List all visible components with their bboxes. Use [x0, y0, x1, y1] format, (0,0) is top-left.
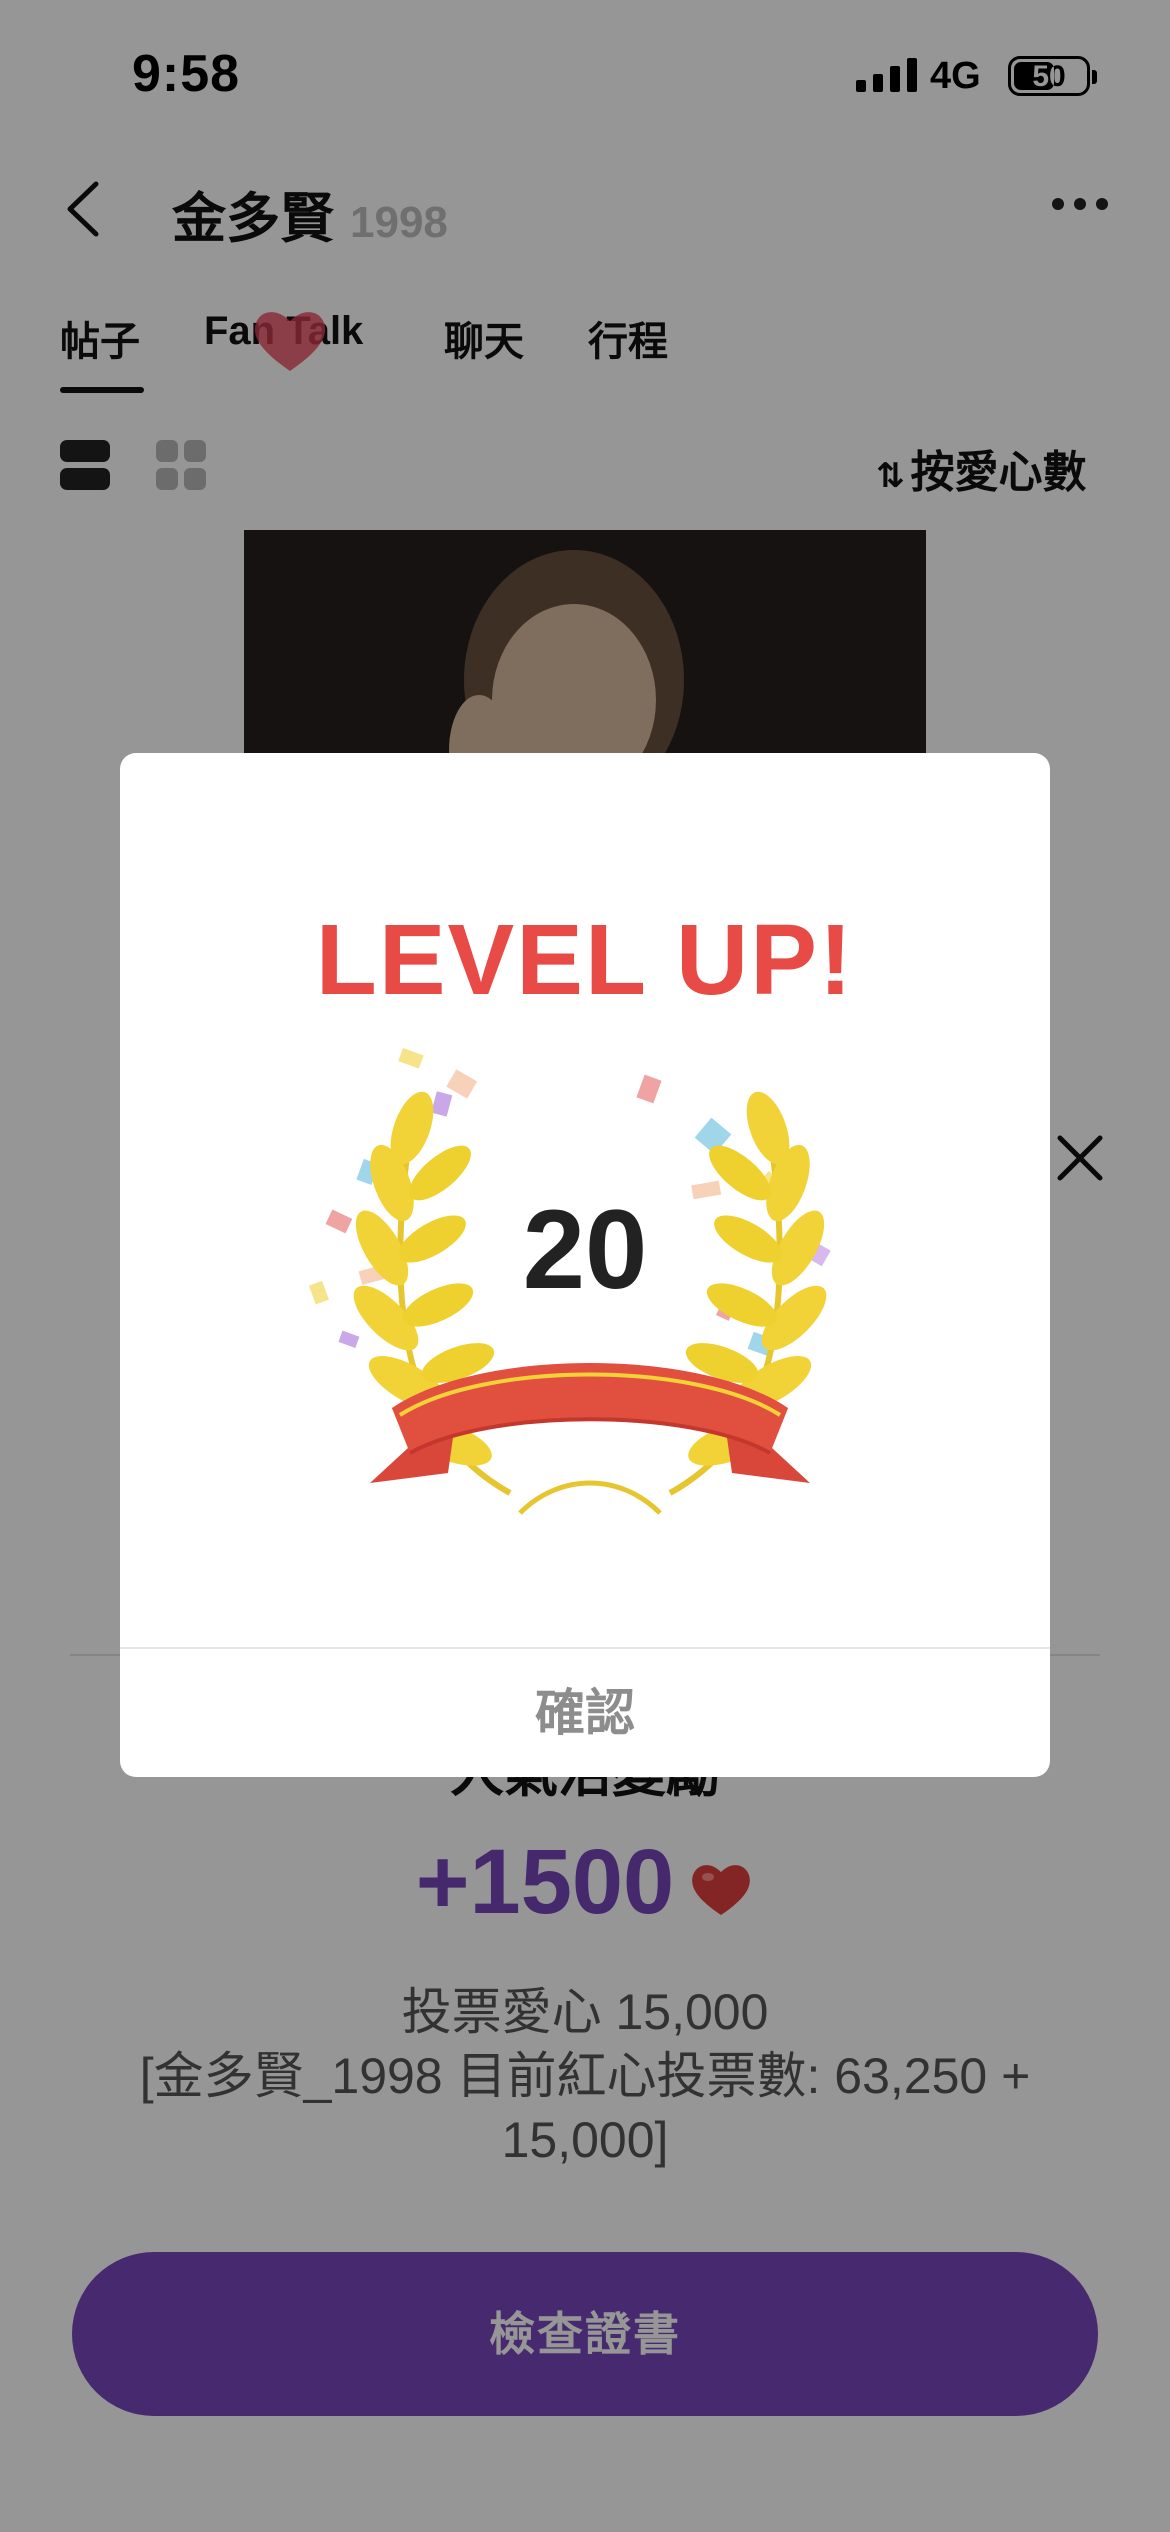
level-up-title: LEVEL UP!: [315, 904, 855, 1016]
level-number: 20: [522, 1187, 648, 1312]
confirm-button[interactable]: 確認: [120, 1649, 1050, 1777]
level-up-dialog: LEVEL UP! 20 確認: [120, 753, 1050, 1777]
